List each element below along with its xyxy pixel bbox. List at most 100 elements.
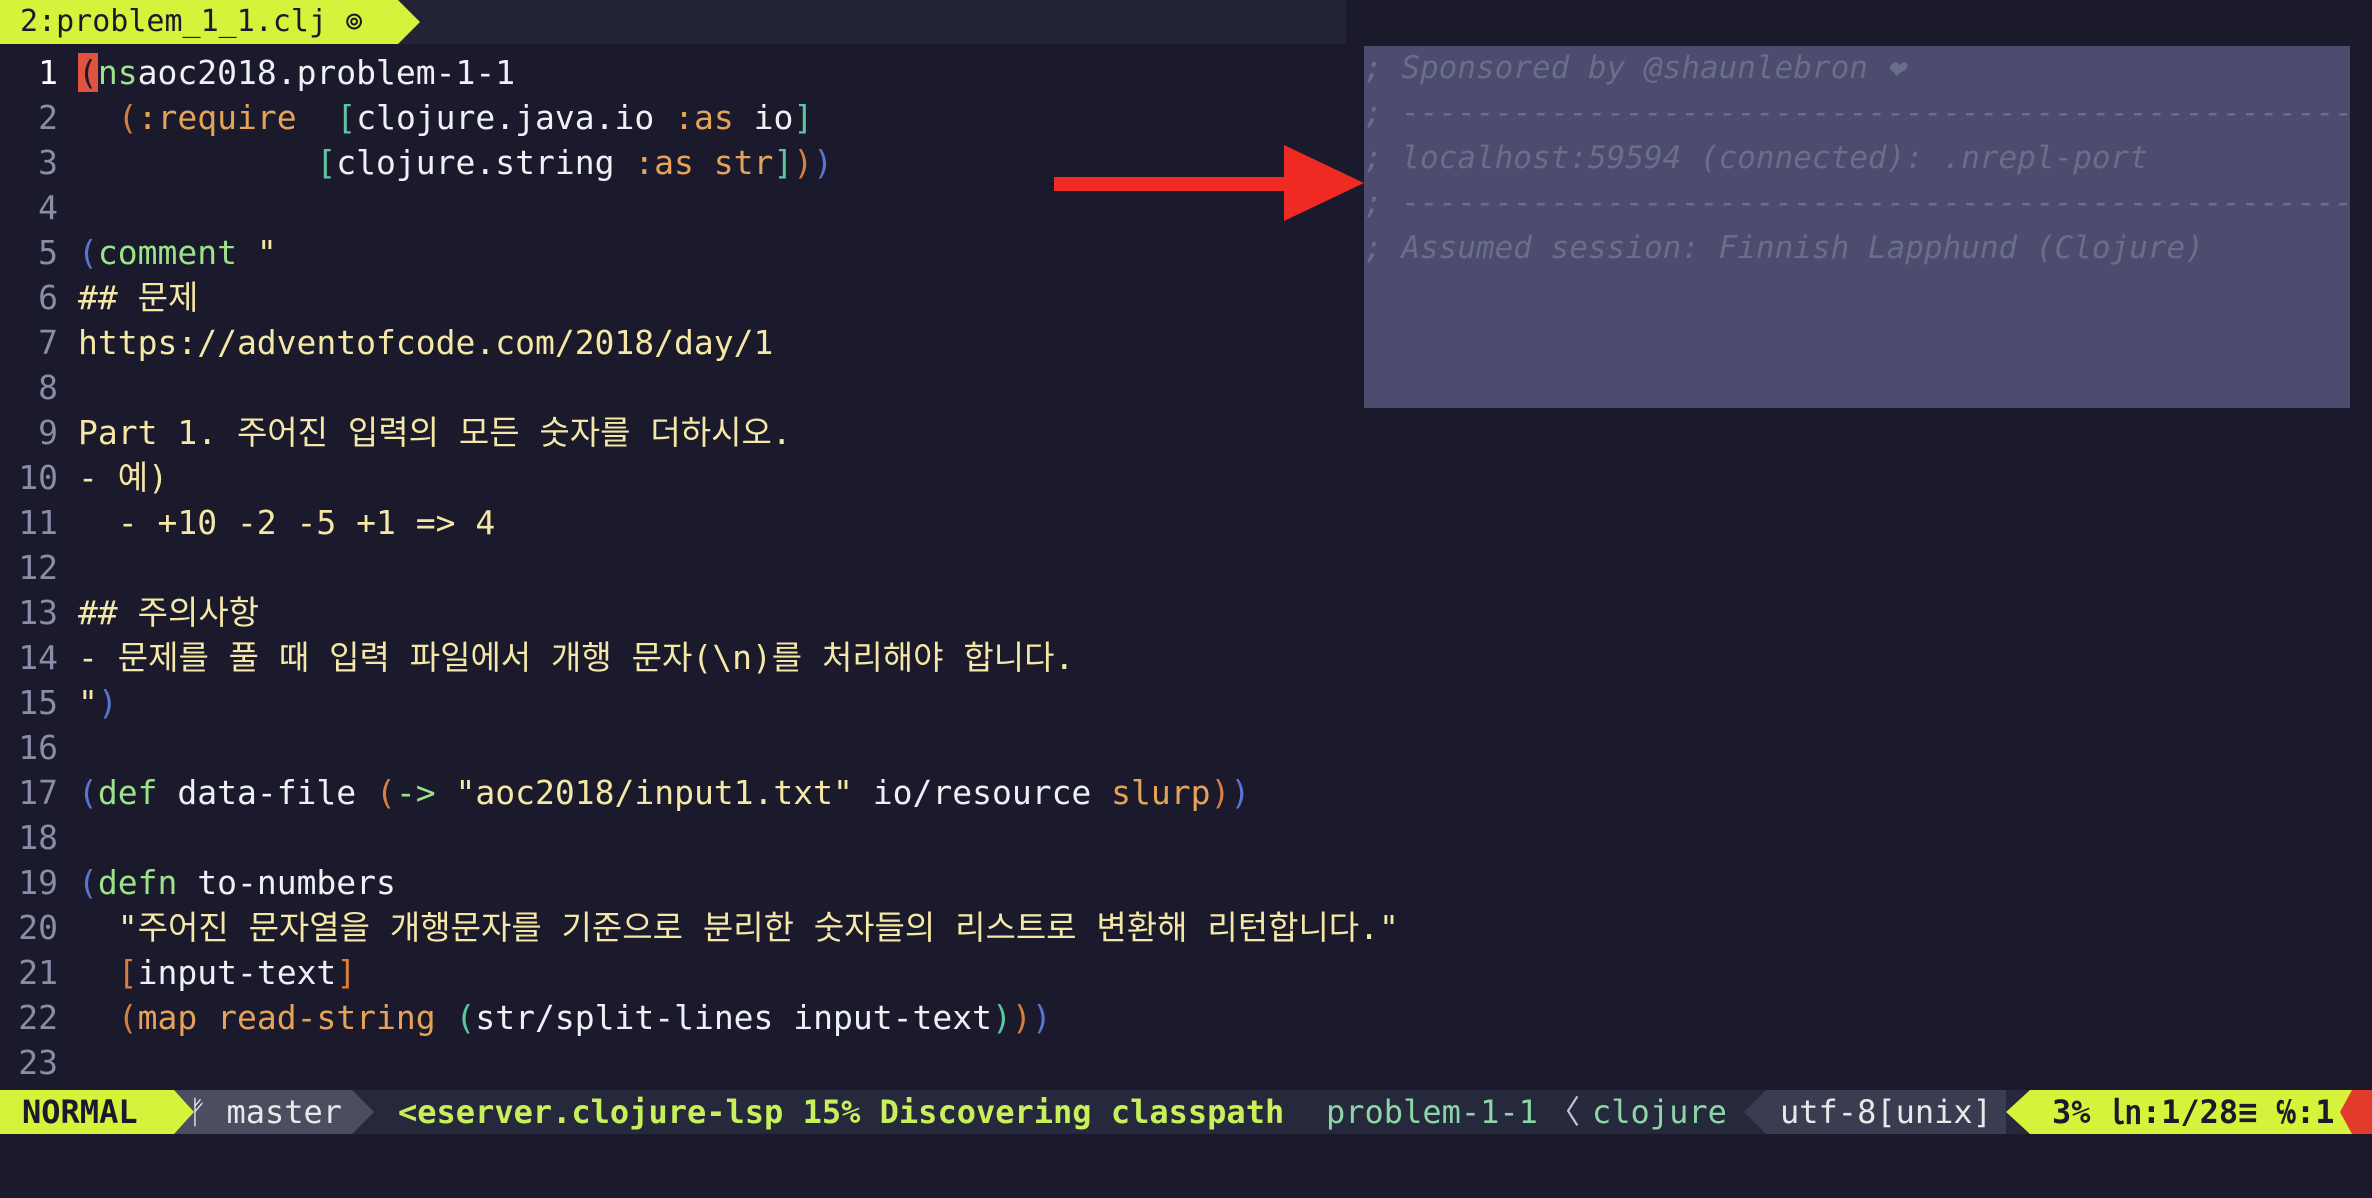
code-token: read-string — [217, 998, 436, 1037]
file-name: problem-1-1 — [1326, 1093, 1538, 1131]
code-token: str — [713, 143, 774, 182]
code-token: - 예) — [78, 458, 168, 497]
line-number: 7 — [38, 323, 58, 362]
file-type: clojure — [1592, 1093, 1727, 1131]
line-number: 17 — [18, 773, 58, 812]
line-number: 16 — [18, 728, 58, 767]
code-token: comment — [97, 233, 237, 272]
code-token: ) — [97, 683, 118, 722]
code-token: -> — [395, 773, 436, 812]
code-token: ) — [991, 998, 1012, 1037]
line-code[interactable]: - 예) — [78, 455, 168, 500]
line-code[interactable]: ## 주의사항 — [78, 590, 259, 635]
line-code[interactable]: (map read-string (str/split-lines input-… — [78, 995, 1052, 1040]
code-token: ) — [1230, 773, 1251, 812]
git-branch[interactable]: ᚠ master — [174, 1090, 374, 1134]
code-token: " — [78, 683, 98, 722]
code-token: ( — [78, 863, 98, 902]
code-token: [ — [336, 98, 357, 137]
separator-icon: 〈 — [1548, 1093, 1581, 1131]
code-token: ) — [1031, 998, 1052, 1037]
line-number: 14 — [18, 638, 58, 677]
code-token: :as — [674, 98, 734, 137]
code-token: Part 1. 주어진 입력의 모든 숫자를 더하시오. — [78, 413, 792, 452]
line-code[interactable]: (def data-file (-> "aoc2018/input1.txt" … — [78, 770, 1250, 815]
line-code[interactable]: ## 문제 — [78, 275, 198, 320]
line-number: 13 — [18, 593, 58, 632]
line-code[interactable]: "주어진 문자열을 개행문자를 기준으로 분리한 숫자들의 리스트로 변환해 리… — [78, 905, 1399, 950]
line-code[interactable]: (comment " — [78, 230, 277, 275]
line-number: 20 — [18, 908, 58, 947]
code-token: io — [733, 98, 794, 137]
line-code[interactable]: [input-text] — [78, 950, 356, 995]
code-token: ( — [78, 233, 98, 272]
status-line: NORMAL ᚠ master <eserver.clojure-lsp 15%… — [0, 1090, 2372, 1134]
code-token: ## 주의사항 — [78, 593, 260, 632]
tab-problem-file[interactable]: 2:problem_1_1.clj ⊚ — [0, 0, 420, 44]
code-token: to-numbers — [177, 863, 396, 902]
command-line[interactable] — [0, 1134, 2372, 1198]
text-cursor: ( — [78, 53, 98, 92]
line-code[interactable]: (defn to-numbers — [78, 860, 396, 905]
line-number: 19 — [18, 863, 58, 902]
line-number: 18 — [18, 818, 58, 857]
code-token: ( — [78, 773, 98, 812]
code-token: ] — [336, 953, 357, 992]
line-code[interactable]: - 문제를 풀 때 입력 파일에서 개행 문자(\n)를 처리해야 합니다. — [78, 635, 1074, 680]
line-code[interactable]: (nsaoc2018.problem-1-1 — [78, 50, 515, 95]
mode-indicator: NORMAL — [0, 1090, 196, 1134]
line-code[interactable]: [clojure.string :as str])) — [78, 140, 833, 185]
line-code[interactable]: Part 1. 주어진 입력의 모든 숫자를 더하시오. — [78, 410, 792, 455]
repl-output-line: ; localhost:59594 (connected): .nrepl-po… — [1364, 140, 2148, 176]
code-token: ( — [117, 98, 138, 137]
code-token: "주어진 문자열을 개행문자를 기준으로 분리한 숫자들의 리스트로 변환해 리… — [117, 908, 1399, 947]
code-token: slurp — [1111, 773, 1211, 812]
line-number: 1 — [38, 53, 58, 92]
line-number: 4 — [38, 188, 58, 227]
line-code[interactable]: (:require [clojure.java.io :as io] — [78, 95, 813, 140]
line-number: 2 — [38, 98, 58, 137]
line-number: 10 — [18, 458, 58, 497]
line-number: 22 — [18, 998, 58, 1037]
line-number: 23 — [18, 1043, 58, 1082]
line-number: 12 — [18, 548, 58, 587]
line-code[interactable]: ") — [78, 680, 118, 725]
code-token: ) — [813, 143, 834, 182]
code-token: ) — [793, 143, 814, 182]
code-token: https://adventofcode.com/2018/day/1 — [78, 323, 774, 362]
line-code[interactable]: - +10 -2 -5 +1 => 4 — [78, 500, 496, 545]
code-token: :require — [137, 98, 297, 137]
repl-output-popup: ; Sponsored by @shaunlebron ❤ ; ---------… — [1364, 46, 2350, 408]
code-token: ( — [117, 998, 138, 1037]
line-number: 6 — [38, 278, 58, 317]
code-token: clojure.string — [336, 143, 635, 182]
line-code[interactable]: https://adventofcode.com/2018/day/1 — [78, 320, 773, 365]
line-number: 5 — [38, 233, 58, 272]
code-token: [ — [316, 143, 337, 182]
code-token: defn — [97, 863, 178, 902]
code-token: ) — [1210, 773, 1231, 812]
file-encoding: utf-8[unix] — [1744, 1090, 2006, 1134]
lsp-progress: <eserver.clojure-lsp 15% Discovering cla… — [398, 1093, 1285, 1131]
repl-output-line: ; Sponsored by @shaunlebron ❤ — [1364, 50, 1906, 86]
code-token: io/resource — [852, 773, 1112, 812]
code-token: :as — [634, 143, 694, 182]
code-token: input-text — [137, 953, 337, 992]
code-token: clojure.java.io — [356, 98, 675, 137]
code-token: str/split-lines input-text — [475, 998, 992, 1037]
code-token: - +10 -2 -5 +1 => 4 — [78, 503, 496, 542]
line-number: 9 — [38, 413, 58, 452]
code-token: aoc2018.problem-1-1 — [137, 53, 516, 92]
code-token: ## 문제 — [78, 278, 199, 317]
red-arrow-annotation — [1054, 145, 1364, 221]
code-token: " — [256, 233, 277, 272]
code-token: ( — [455, 998, 476, 1037]
code-token: def — [97, 773, 158, 812]
cursor-position: 3% ㏑:1/28≡ ℅:1 — [2006, 1090, 2352, 1134]
